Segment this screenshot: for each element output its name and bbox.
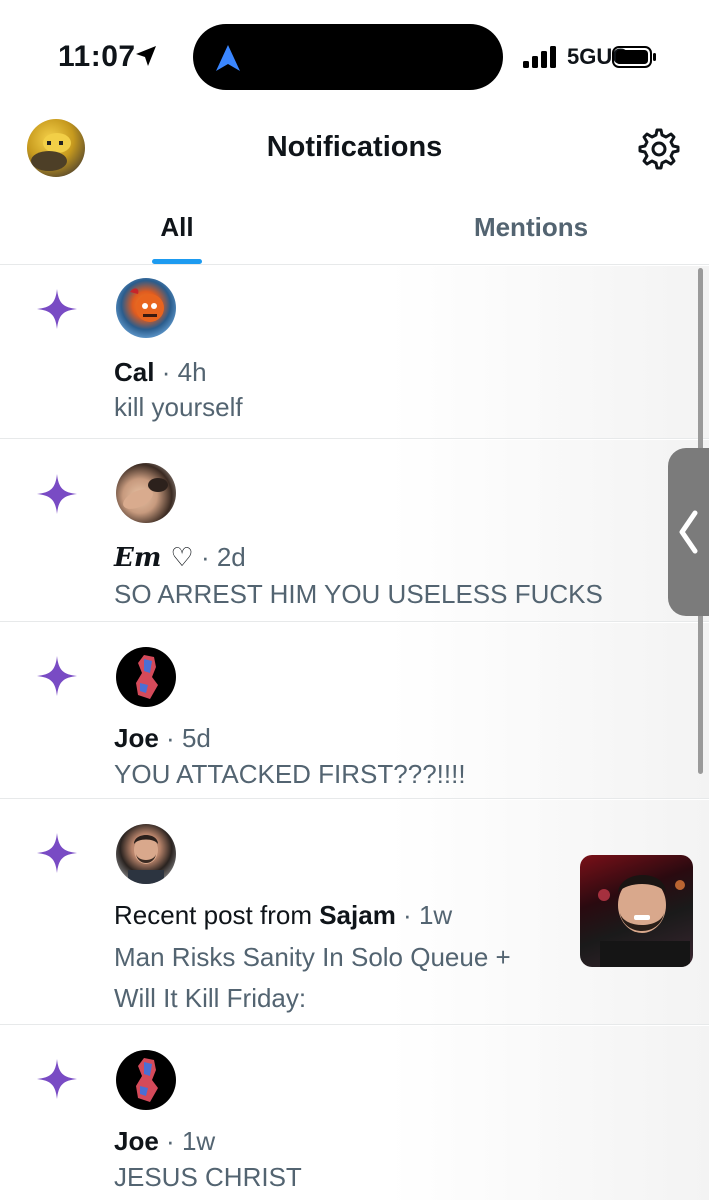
chevron-left-icon [679,510,698,554]
user-name[interactable]: Sajam [319,900,396,930]
user-name[interactable]: Em ♡ [114,543,194,573]
notification-item[interactable]: Joe · 5d YOU ATTACKED FIRST???!!!! [0,623,709,799]
notification-text: Man Risks Sanity In Solo Queue + Will It… [114,942,511,1013]
notification-header: Em ♡ · 2d [114,542,246,573]
post-thumbnail[interactable] [580,855,693,967]
timestamp: 2d [216,542,246,572]
notification-text: SO ARREST HIM YOU USELESS FUCKS [114,579,603,609]
status-time: 11:07 [58,40,136,73]
avatar[interactable] [116,463,176,523]
avatar[interactable] [116,1050,176,1110]
separator: · [161,357,171,387]
timestamp: 1w [418,900,453,930]
timestamp: 1w [181,1126,216,1156]
tab-mentions[interactable]: Mentions [354,190,708,265]
side-panel-handle[interactable] [668,448,709,616]
notification-header: Joe · 1w [114,1126,215,1157]
tab-selected-indicator [152,259,202,264]
notification-header: Joe · 5d [114,723,211,754]
separator: · [166,1126,175,1156]
location-arrow-icon [136,46,156,66]
notification-item[interactable]: Cal · 4h kill yourself [0,266,709,439]
battery-icon [612,46,656,68]
user-name[interactable]: Joe [114,723,159,753]
user-name[interactable]: Cal [114,357,154,387]
separator: · [200,542,210,572]
notification-item[interactable]: Em ♡ · 2d SO ARREST HIM YOU USELESS FUCK… [0,440,709,622]
notification-item[interactable]: Joe · 1w JESUS CHRIST [0,1026,709,1200]
notification-header: Cal · 4h [114,357,207,388]
navigation-arrow-icon [216,45,240,71]
separator: · [166,723,175,753]
sparkle-icon [37,656,77,696]
sparkle-icon [37,289,77,329]
avatar[interactable] [116,824,176,884]
notification-text: YOU ATTACKED FIRST???!!!! [114,759,466,789]
sparkle-icon [37,833,77,873]
dynamic-island [193,24,503,90]
gear-icon[interactable] [638,128,680,170]
notification-item[interactable]: Recent post from Sajam · 1w Man Risks Sa… [0,800,709,1025]
notification-text: JESUS CHRIST [114,1162,302,1192]
user-name[interactable]: Joe [114,1126,159,1156]
signal-bars-icon [523,46,556,68]
avatar[interactable] [116,278,176,338]
timestamp: 4h [177,357,207,387]
status-bar: 11:07 5GUC [0,0,709,110]
separator: · [403,900,412,930]
avatar[interactable] [116,647,176,707]
notification-text: kill yourself [114,392,243,422]
notification-header: Recent post from Sajam · 1w [114,900,452,931]
sparkle-icon [37,474,77,514]
sparkle-icon [37,1059,77,1099]
recent-post-prefix: Recent post from [114,900,320,930]
page-title: Notifications [266,131,443,163]
tab-all[interactable]: All [0,190,354,265]
timestamp: 5d [181,723,211,753]
header: Notifications [0,110,709,190]
tab-bar: All Mentions [0,190,709,265]
